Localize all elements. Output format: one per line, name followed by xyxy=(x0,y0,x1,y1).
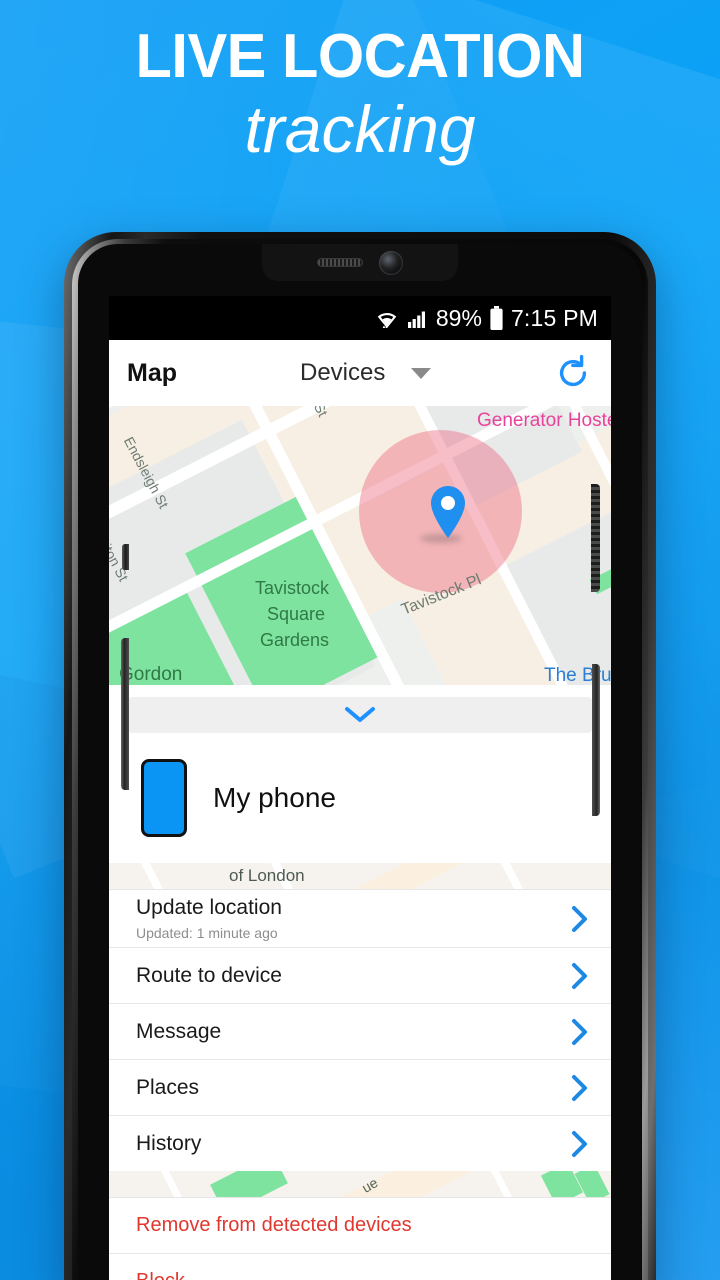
front-camera-icon xyxy=(379,250,403,275)
action-row-block[interactable]: Block xyxy=(109,1253,611,1280)
battery-percent-label: 89% xyxy=(435,304,482,331)
map-road xyxy=(138,863,168,889)
action-row-route-to-device[interactable]: Route to device xyxy=(109,947,611,1003)
action-sublabel: Updated: 1 minute ago xyxy=(136,925,278,941)
map-label-the-bruns: The Bruns xyxy=(544,665,611,685)
action-row-places[interactable]: Places xyxy=(109,1059,611,1115)
location-pin-icon[interactable] xyxy=(426,484,470,540)
action-row-message[interactable]: Message xyxy=(109,1003,611,1059)
device-selector-dropdown[interactable]: Devices xyxy=(300,359,432,387)
map-park xyxy=(210,1171,288,1197)
action-row-update-location[interactable]: Update location Updated: 1 minute ago xyxy=(109,889,611,947)
action-label: Block xyxy=(136,1270,185,1280)
selected-device-row[interactable]: My phone xyxy=(109,733,611,863)
chevron-down-icon xyxy=(411,367,432,379)
action-label: Places xyxy=(136,1075,200,1099)
chevron-right-icon xyxy=(571,905,589,933)
action-label: Remove from detected devices xyxy=(136,1214,412,1236)
chevron-right-icon xyxy=(571,1018,589,1046)
refresh-icon[interactable] xyxy=(553,353,593,393)
volume-button[interactable] xyxy=(122,544,129,570)
volume-button[interactable] xyxy=(592,664,600,816)
clock-label: 7:15 PM xyxy=(510,304,598,331)
action-label: Message xyxy=(136,1019,222,1043)
action-label: History xyxy=(136,1131,202,1155)
phone-notch xyxy=(262,244,458,281)
headline-line-2: tracking xyxy=(244,92,476,167)
map-block xyxy=(340,863,478,889)
action-label: Route to device xyxy=(136,963,282,987)
action-row-history[interactable]: History xyxy=(109,1115,611,1171)
map-park-label-line2: Square xyxy=(267,604,326,624)
map-road xyxy=(498,863,528,889)
device-name-label: My phone xyxy=(213,782,336,813)
page-title: Map xyxy=(127,358,177,387)
power-button[interactable] xyxy=(591,484,600,592)
volume-button[interactable] xyxy=(121,638,129,790)
wifi-icon xyxy=(374,307,400,329)
map-strip: ue D xyxy=(109,1171,611,1197)
action-label: Update location xyxy=(136,896,282,919)
chevron-right-icon xyxy=(571,962,589,990)
promo-headline: LIVE LOCATION tracking xyxy=(0,24,720,166)
headline-line-1: LIVE LOCATION xyxy=(135,22,585,91)
map-road xyxy=(488,1171,517,1197)
map-strip: of London xyxy=(109,863,611,889)
map-park-label-line1: Tavistock xyxy=(255,578,330,598)
device-selector-label: Devices xyxy=(300,359,386,386)
chevron-down-icon xyxy=(344,706,376,724)
cellular-signal-icon xyxy=(407,307,429,329)
map-strip-label: of London xyxy=(229,866,305,885)
action-row-remove-from-detected-devices[interactable]: Remove from detected devices xyxy=(109,1197,611,1253)
status-bar: 89% 7:15 PM xyxy=(109,296,611,340)
earpiece-speaker-icon xyxy=(317,258,363,267)
bottom-sheet-handle[interactable] xyxy=(128,697,592,733)
chevron-right-icon xyxy=(571,1074,589,1102)
phone-mockup: 89% 7:15 PM Map Devices Endsleigh St St … xyxy=(64,232,656,1280)
phone-body: 89% 7:15 PM Map Devices Endsleigh St St … xyxy=(78,244,642,1280)
app-bar: Map Devices xyxy=(109,340,611,406)
phone-device-icon xyxy=(141,759,187,837)
map-view[interactable]: Endsleigh St Taviton St St Tavistock Pl … xyxy=(109,406,611,685)
map-block xyxy=(329,1171,489,1197)
map-park-label-line3: Gardens xyxy=(260,630,330,650)
map-poi-generator-hostel[interactable]: Generator Hostel xyxy=(477,410,611,432)
chevron-right-icon xyxy=(571,1130,589,1158)
battery-icon xyxy=(489,305,504,331)
phone-screen: 89% 7:15 PM Map Devices Endsleigh St St … xyxy=(109,296,611,1280)
map-road xyxy=(158,1171,187,1197)
